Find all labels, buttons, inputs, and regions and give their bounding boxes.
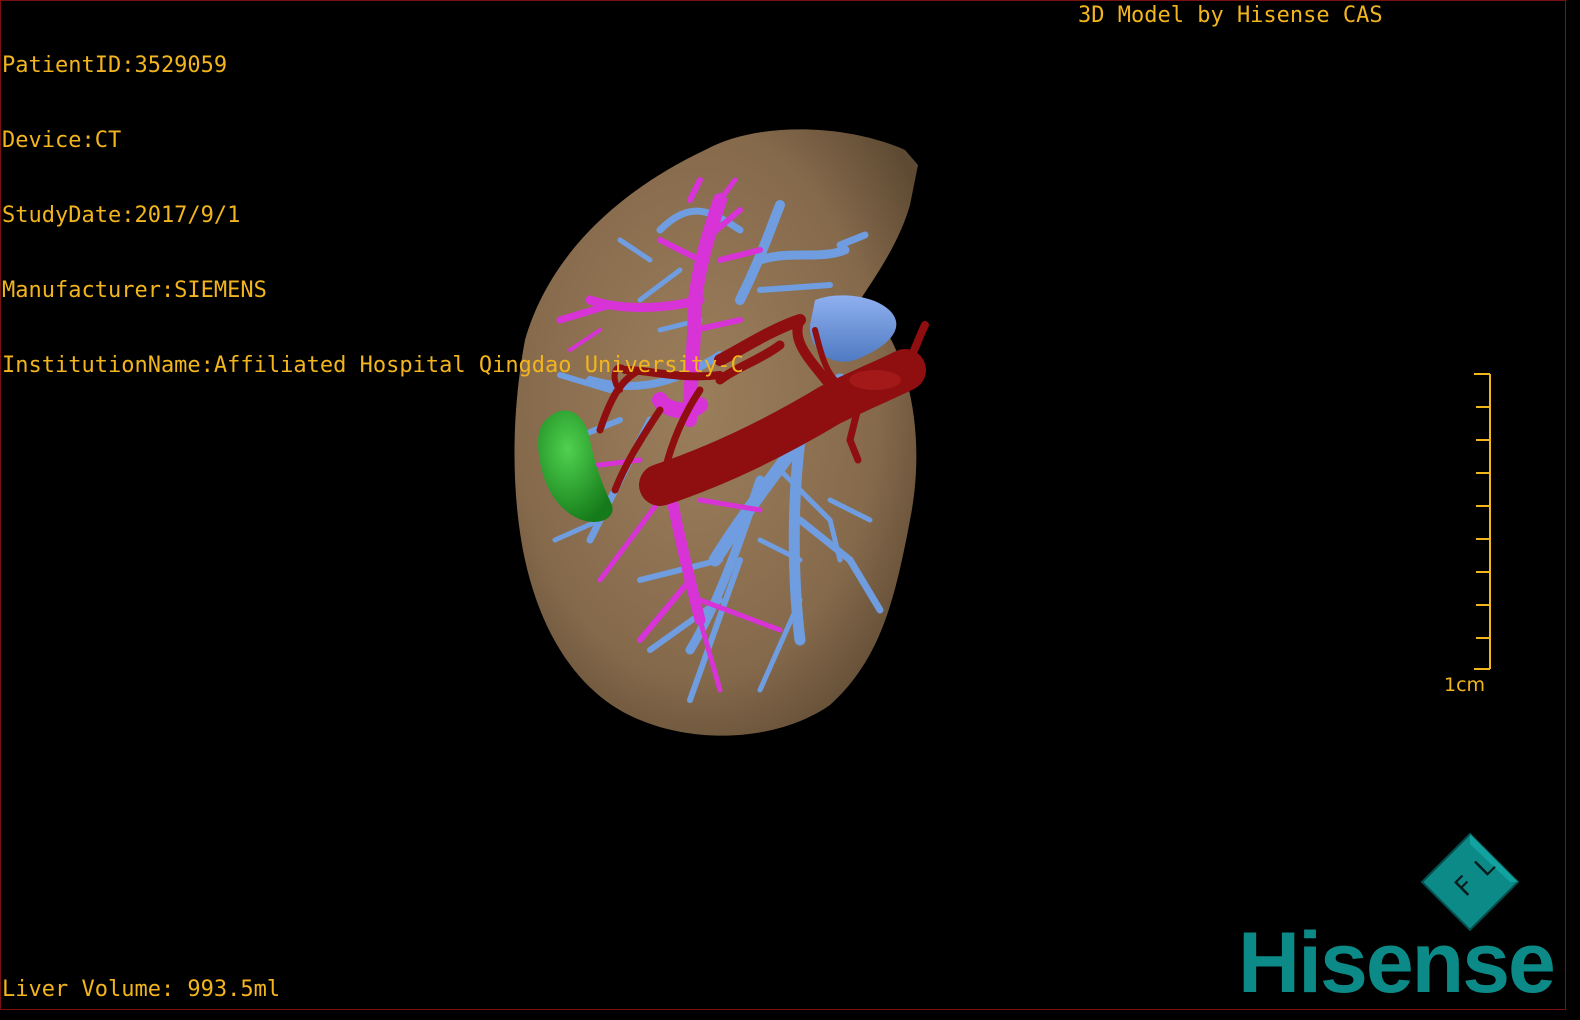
hisense-logo: Hisense bbox=[1238, 915, 1556, 1011]
device-text: Device:CT bbox=[2, 128, 122, 153]
model-title: 3D Model by Hisense CAS bbox=[1078, 3, 1383, 28]
scale-bar bbox=[1474, 373, 1491, 670]
patient-id-text: PatientID:3529059 bbox=[2, 53, 228, 78]
study-date-text: StudyDate:2017/9/1 bbox=[2, 203, 241, 228]
manufacturer-text: Manufacturer:SIEMENS bbox=[2, 278, 267, 303]
scale-label: 1cm bbox=[1444, 674, 1486, 696]
liver-volume-text: Liver Volume: 993.5ml bbox=[2, 977, 281, 1002]
patient-info-block: PatientID:3529059 Device:CT StudyDate:20… bbox=[2, 3, 744, 403]
artery-highlight bbox=[849, 370, 901, 390]
institution-text: InstitutionName:Affiliated Hospital Qing… bbox=[2, 353, 744, 378]
